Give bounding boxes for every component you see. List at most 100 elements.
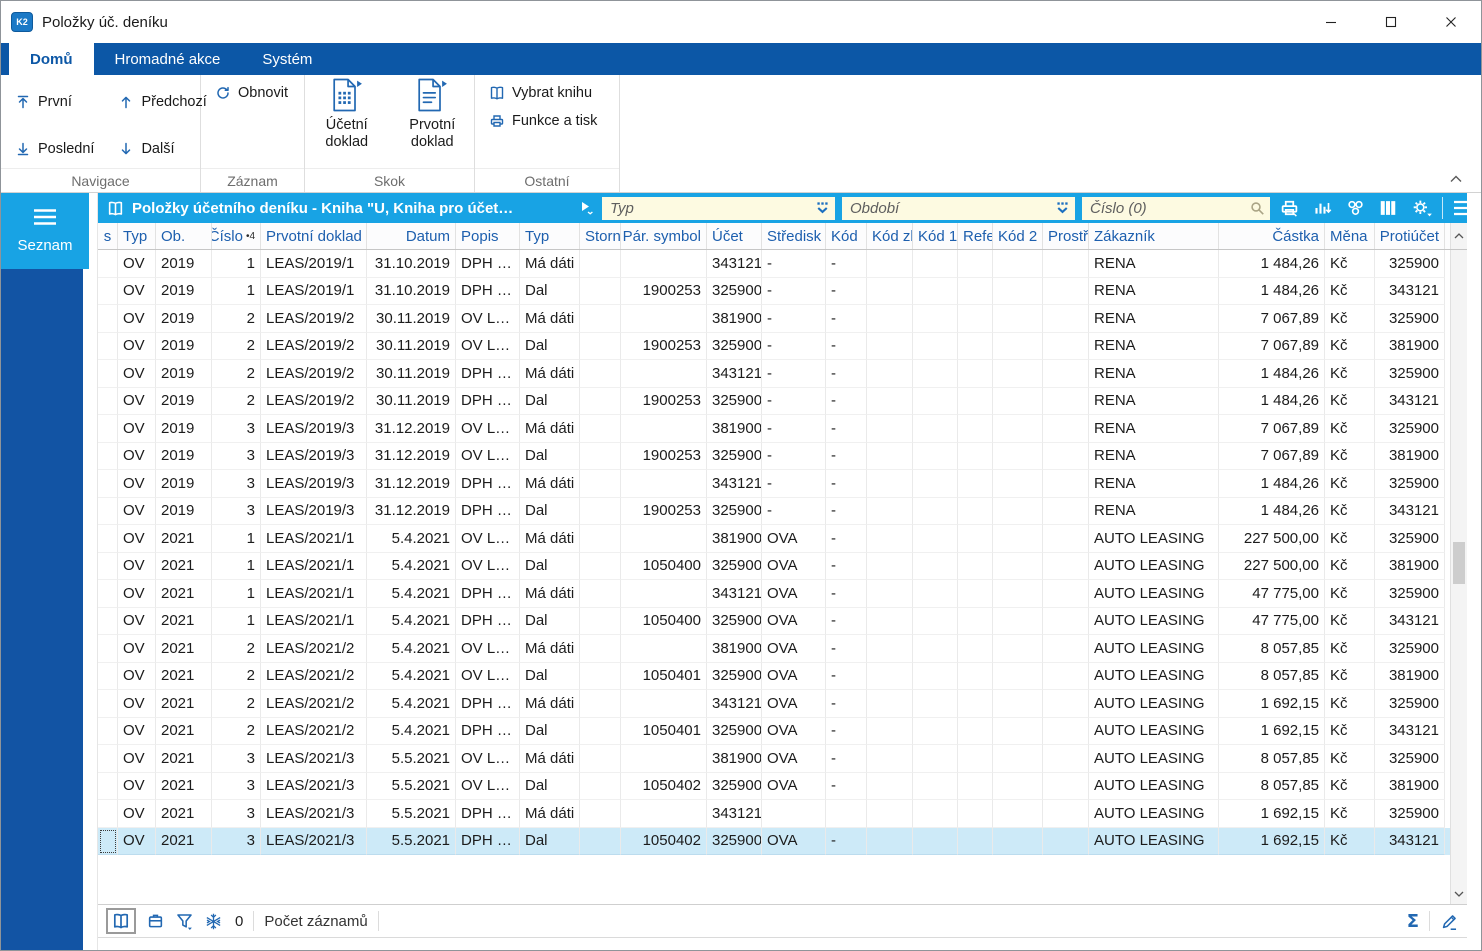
column-header[interactable]: Typ xyxy=(520,223,580,249)
column-header[interactable]: Protiúčet xyxy=(1375,223,1445,249)
columns-button[interactable] xyxy=(1376,197,1400,219)
table-row[interactable]: OV20192LEAS/2019/230.11.2019DPH …Dal1900… xyxy=(98,388,1450,416)
source-document-button[interactable]: Prvotní doklad xyxy=(397,75,469,168)
column-header[interactable]: Zákazník xyxy=(1089,223,1219,249)
table-row[interactable]: OV20212LEAS/2021/25.4.2021DPH …Dal105040… xyxy=(98,718,1450,746)
accounting-document-button[interactable]: Účetní doklad xyxy=(311,75,383,168)
expand-title-button[interactable] xyxy=(581,201,595,215)
cell xyxy=(867,360,913,388)
filter-obdobi-input[interactable] xyxy=(842,197,1075,220)
column-header[interactable]: Storn xyxy=(580,223,621,249)
table-row[interactable]: OV20192LEAS/2019/230.11.2019DPH …Má dáti… xyxy=(98,360,1450,388)
cell xyxy=(867,498,913,526)
column-header[interactable]: Kód zb xyxy=(867,223,913,249)
cell xyxy=(1043,553,1089,581)
cell: 325900 xyxy=(1375,745,1445,773)
table-row[interactable]: OV20213LEAS/2021/35.5.2021DPH …Má dáti34… xyxy=(98,800,1450,828)
dropdown-icon[interactable] xyxy=(1054,200,1071,216)
column-header[interactable]: Ob. xyxy=(156,223,212,249)
statusbar: 0 Počet záznamů Σ xyxy=(98,904,1467,938)
cell xyxy=(1043,800,1089,828)
snowflake-icon[interactable] xyxy=(204,912,223,931)
cell xyxy=(913,663,958,691)
cell: Má dáti xyxy=(520,635,580,663)
column-header[interactable]: Účet xyxy=(707,223,762,249)
column-header[interactable]: Částka xyxy=(1219,223,1325,249)
column-header[interactable]: Datum xyxy=(367,223,456,249)
column-header[interactable]: Měna xyxy=(1325,223,1375,249)
previous-button[interactable]: Předchozí xyxy=(114,83,210,121)
sum-button[interactable]: Σ xyxy=(1407,911,1419,932)
table-row[interactable]: OV20193LEAS/2019/331.12.2019DPH …Má dáti… xyxy=(98,470,1450,498)
column-header[interactable]: s xyxy=(98,223,118,249)
cell: 343121 xyxy=(707,800,762,828)
cell xyxy=(1043,415,1089,443)
cell xyxy=(913,388,958,416)
table-row[interactable]: OV20192LEAS/2019/230.11.2019OV L…Dal1900… xyxy=(98,333,1450,361)
cell: LEAS/2021/1 xyxy=(261,608,367,636)
filter-typ-input[interactable] xyxy=(602,197,835,220)
edit-pencil-button[interactable] xyxy=(1440,912,1459,931)
filter-cislo-input[interactable] xyxy=(1082,197,1270,220)
table-row[interactable]: OV20193LEAS/2019/331.12.2019OV L…Dal1900… xyxy=(98,443,1450,471)
cell xyxy=(621,635,707,663)
column-header[interactable]: Kód xyxy=(826,223,867,249)
column-header[interactable]: Středisk xyxy=(762,223,826,249)
column-header[interactable]: Prostř xyxy=(1043,223,1089,249)
table-row[interactable]: OV20212LEAS/2021/25.4.2021OV L…Dal105040… xyxy=(98,663,1450,691)
table-row[interactable]: OV20213LEAS/2021/35.5.2021OV L…Dal105040… xyxy=(98,773,1450,801)
table-row[interactable]: OV20191LEAS/2019/131.10.2019DPH …Má dáti… xyxy=(98,250,1450,278)
minimize-button[interactable] xyxy=(1301,1,1361,43)
column-header[interactable]: Číslo•4 xyxy=(212,223,261,249)
print-button[interactable] xyxy=(1277,197,1301,219)
scrollbar-thumb[interactable] xyxy=(1453,542,1465,584)
cell: 31.12.2019 xyxy=(367,498,456,526)
scroll-up-button[interactable] xyxy=(1450,223,1467,249)
table-row[interactable]: OV20212LEAS/2021/25.4.2021OV L…Má dáti38… xyxy=(98,635,1450,663)
collapse-ribbon-button[interactable] xyxy=(1445,170,1467,188)
table-row[interactable]: OV20191LEAS/2019/131.10.2019DPH …Dal1900… xyxy=(98,278,1450,306)
table-row[interactable]: OV20212LEAS/2021/25.4.2021DPH …Má dáti34… xyxy=(98,690,1450,718)
cluster-button[interactable] xyxy=(1343,197,1367,219)
column-header[interactable]: Kód 2 xyxy=(993,223,1043,249)
chart-button[interactable] xyxy=(1310,197,1334,219)
table-row[interactable]: OV20211LEAS/2021/15.4.2021DPH …Má dáti34… xyxy=(98,580,1450,608)
tab-domu[interactable]: Domů xyxy=(9,43,94,75)
settings-gear-button[interactable] xyxy=(1409,197,1433,219)
cell: - xyxy=(762,443,826,471)
table-row[interactable]: OV20193LEAS/2019/331.12.2019DPH …Dal1900… xyxy=(98,498,1450,526)
table-row[interactable]: OV20193LEAS/2019/331.12.2019OV L…Má dáti… xyxy=(98,415,1450,443)
table-row[interactable]: OV20211LEAS/2021/15.4.2021OV L…Dal105040… xyxy=(98,553,1450,581)
menu-button[interactable] xyxy=(1452,197,1476,219)
archive-box-button[interactable] xyxy=(146,912,165,930)
cell xyxy=(98,443,118,471)
functions-print-button[interactable]: Funkce a tisk xyxy=(485,111,609,131)
last-button[interactable]: Poslední xyxy=(11,130,98,168)
column-header[interactable]: Refe xyxy=(958,223,993,249)
filter-button[interactable] xyxy=(175,912,194,931)
column-header[interactable]: Pár. symbol xyxy=(621,223,707,249)
next-button[interactable]: Další xyxy=(114,130,210,168)
column-header[interactable]: Prvotní doklad xyxy=(261,223,367,249)
column-header[interactable]: Kód 1 xyxy=(913,223,958,249)
sidebar-item-seznam[interactable]: Seznam xyxy=(1,193,89,269)
close-button[interactable] xyxy=(1421,1,1481,43)
column-header[interactable]: Popis xyxy=(456,223,520,249)
refresh-button[interactable]: Obnovit xyxy=(211,83,294,103)
table-row[interactable]: OV20211LEAS/2021/15.4.2021OV L…Má dáti38… xyxy=(98,525,1450,553)
book-view-button[interactable] xyxy=(106,908,136,934)
table-row[interactable]: OV20213LEAS/2021/35.5.2021OV L…Má dáti38… xyxy=(98,745,1450,773)
table-row[interactable]: OV20211LEAS/2021/15.4.2021DPH …Dal105040… xyxy=(98,608,1450,636)
column-header[interactable]: Typ xyxy=(118,223,156,249)
select-book-button[interactable]: Vybrat knihu xyxy=(485,83,609,103)
maximize-button[interactable] xyxy=(1361,1,1421,43)
table-row[interactable]: OV20192LEAS/2019/230.11.2019OV L…Má dáti… xyxy=(98,305,1450,333)
scroll-down-button[interactable] xyxy=(1450,884,1467,904)
tab-hromadne-akce[interactable]: Hromadné akce xyxy=(94,43,242,75)
cell: - xyxy=(826,388,867,416)
vertical-scrollbar[interactable] xyxy=(1450,250,1467,884)
dropdown-icon[interactable] xyxy=(814,200,831,216)
table-row[interactable]: OV20213LEAS/2021/35.5.2021DPH …Dal105040… xyxy=(98,828,1450,856)
first-button[interactable]: První xyxy=(11,83,98,121)
tab-system[interactable]: Systém xyxy=(241,43,333,75)
